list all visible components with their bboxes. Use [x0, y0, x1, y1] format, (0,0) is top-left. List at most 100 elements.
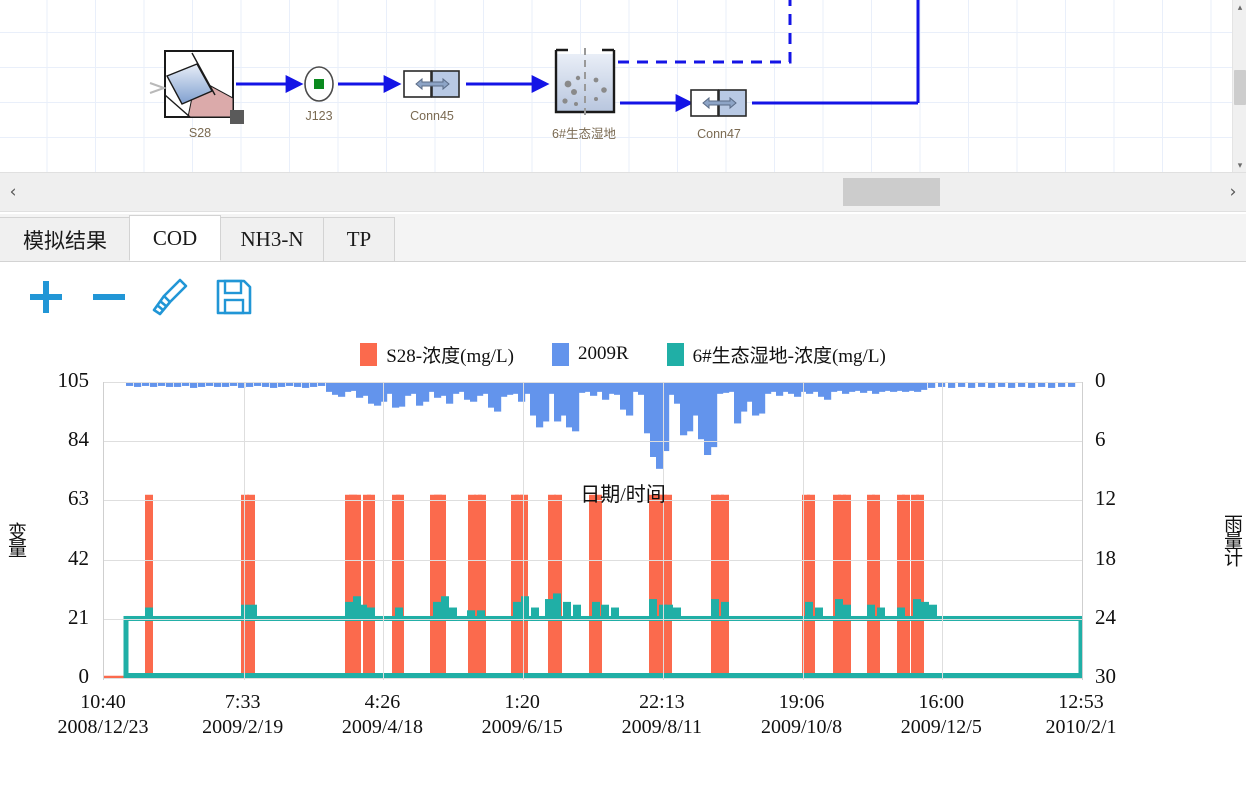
- gridline-horizontal: [104, 382, 1082, 383]
- result-tab-bar: 模拟结果 COD NH3-N TP: [0, 214, 1246, 262]
- diagram-horizontal-scrollbar[interactable]: ‹ ›: [0, 172, 1246, 212]
- clear-chart-button[interactable]: [145, 272, 197, 322]
- tab-cod[interactable]: COD: [129, 215, 221, 261]
- s28-spike: [478, 494, 486, 678]
- network-diagram-canvas[interactable]: S28 J123 Conn45 6#生态湿地 Conn47: [0, 0, 1246, 172]
- wetland-rise: [123, 615, 129, 678]
- node-icon-s28: [149, 50, 244, 124]
- gridline-horizontal: [104, 618, 1082, 620]
- x-axis-ticks: 10:40 2008/12/23 7:33 2009/2/19 4:26 2009/4/1…: [0, 690, 1246, 794]
- tab-simulation-results[interactable]: 模拟结果: [0, 217, 131, 261]
- node-label-wetland: 6#生态湿地: [552, 127, 616, 141]
- diagram-links: [149, 0, 920, 124]
- node-label-j123: J123: [305, 109, 333, 123]
- save-icon: [216, 279, 252, 315]
- node-label-conn47: Conn47: [697, 127, 741, 141]
- remove-series-button[interactable]: [83, 272, 135, 322]
- s28-spike: [664, 494, 672, 678]
- s28-spike: [843, 494, 851, 678]
- gridline-vertical: [942, 382, 944, 680]
- s28-spike: [916, 494, 924, 678]
- legend-item-rain[interactable]: 2009R: [551, 342, 629, 366]
- legend-swatch-rain: [551, 342, 569, 366]
- gridline-vertical: [383, 382, 385, 680]
- chart-legend: S28-浓度(mg/L) 2009R 6#生态湿地-浓度(mg/L): [0, 338, 1246, 370]
- diagram-vertical-scrollbar[interactable]: ▴ ▾: [1232, 0, 1246, 172]
- legend-label-s28: S28-浓度(mg/L): [386, 345, 514, 367]
- plot-area[interactable]: [103, 382, 1083, 680]
- wetland-spike: [711, 599, 719, 621]
- y-tick-left: 21: [68, 604, 89, 629]
- save-chart-button[interactable]: [208, 272, 260, 322]
- wetland-fall: [1078, 615, 1082, 678]
- s28-spike: [438, 494, 446, 678]
- wetland-spike: [649, 599, 657, 621]
- gridline-horizontal: [104, 559, 1082, 561]
- wetland-spike: [545, 599, 553, 621]
- y-tick-right: 6: [1095, 427, 1106, 452]
- x-tick-date: 2010/2/1: [1045, 716, 1117, 738]
- s28-spike: [872, 494, 880, 678]
- gridline-horizontal: [104, 441, 1082, 443]
- node-icon-wetland: [554, 48, 616, 118]
- gridline-vertical: [523, 382, 525, 680]
- s28-spike: [353, 494, 361, 678]
- s28-spike: [247, 494, 255, 678]
- plot-wrapper: 变量 雨量计 10:40 2008/12/23 7:33 2009/2/19 4:26 2…: [0, 368, 1246, 794]
- y-tick-left: 84: [68, 427, 89, 452]
- s28-spike: [902, 494, 910, 678]
- gridline-vertical: [802, 382, 804, 680]
- chart-panel: S28-浓度(mg/L) 2009R 6#生态湿地-浓度(mg/L) 变量 雨量…: [0, 328, 1246, 794]
- s28-spike: [367, 494, 375, 678]
- wetland-spike: [835, 599, 843, 621]
- chart-toolbar: [0, 264, 1246, 328]
- y-tick-left: 0: [78, 664, 90, 688]
- y-tick-right: 24: [1095, 604, 1116, 629]
- s28-spike: [594, 494, 602, 678]
- node-icon-conn45: [403, 70, 460, 98]
- node-label-conn45: Conn45: [410, 109, 454, 123]
- y-tick-left: 63: [68, 486, 89, 511]
- s28-spike: [554, 494, 562, 678]
- s28-spike: [807, 494, 815, 678]
- y-tick-right: 30: [1095, 664, 1116, 688]
- x-tick: 12:53 2010/2/1: [986, 690, 1176, 740]
- y-tick-left: 105: [57, 368, 90, 392]
- minus-icon: [93, 294, 125, 300]
- legend-label-wetland: 6#生态湿地-浓度(mg/L): [692, 345, 886, 367]
- node-label-s28: S28: [188, 126, 212, 140]
- wetland-spike: [553, 593, 561, 621]
- gridline-vertical: [243, 382, 245, 680]
- y-tick-right: 0: [1095, 368, 1106, 392]
- x-tick-time: 12:53: [1058, 691, 1104, 713]
- s28-spike: [145, 494, 153, 678]
- scroll-right-icon[interactable]: ›: [1220, 173, 1246, 211]
- s28-spike: [396, 494, 404, 678]
- chart-series-layer: [104, 382, 1082, 678]
- scroll-up-icon[interactable]: ▴: [1233, 0, 1246, 14]
- legend-swatch-wetland: [666, 342, 684, 366]
- gridline-vertical: [662, 382, 664, 680]
- tab-tp[interactable]: TP: [323, 217, 395, 261]
- legend-swatch-s28: [360, 342, 378, 366]
- legend-label-rain: 2009R: [577, 343, 629, 364]
- scroll-down-icon[interactable]: ▾: [1233, 158, 1246, 172]
- add-series-button[interactable]: [20, 272, 72, 322]
- y-tick-right: 12: [1095, 486, 1116, 511]
- horizontal-scroll-thumb[interactable]: [843, 178, 940, 206]
- vertical-scroll-thumb[interactable]: [1234, 70, 1246, 105]
- plus-icon: [30, 281, 62, 313]
- scroll-left-icon[interactable]: ‹: [0, 173, 26, 211]
- y-axis-label-right: 雨量计: [1221, 514, 1242, 565]
- legend-item-wetland[interactable]: 6#生态湿地-浓度(mg/L): [666, 341, 886, 368]
- chart-report-window: S28 J123 Conn45 6#生态湿地 Conn47 ▴ ▾ ‹ › 模拟…: [0, 0, 1246, 794]
- node-icon-j123: [304, 66, 334, 102]
- wetland-spike: [913, 599, 921, 621]
- s28-spike: [721, 494, 729, 678]
- rain-bar: [920, 382, 928, 390]
- y-tick-right: 18: [1095, 545, 1116, 570]
- legend-item-s28[interactable]: S28-浓度(mg/L): [360, 341, 514, 368]
- broom-icon: [152, 278, 188, 316]
- tab-nh3n[interactable]: NH3-N: [220, 217, 324, 261]
- y-tick-left: 42: [68, 545, 89, 570]
